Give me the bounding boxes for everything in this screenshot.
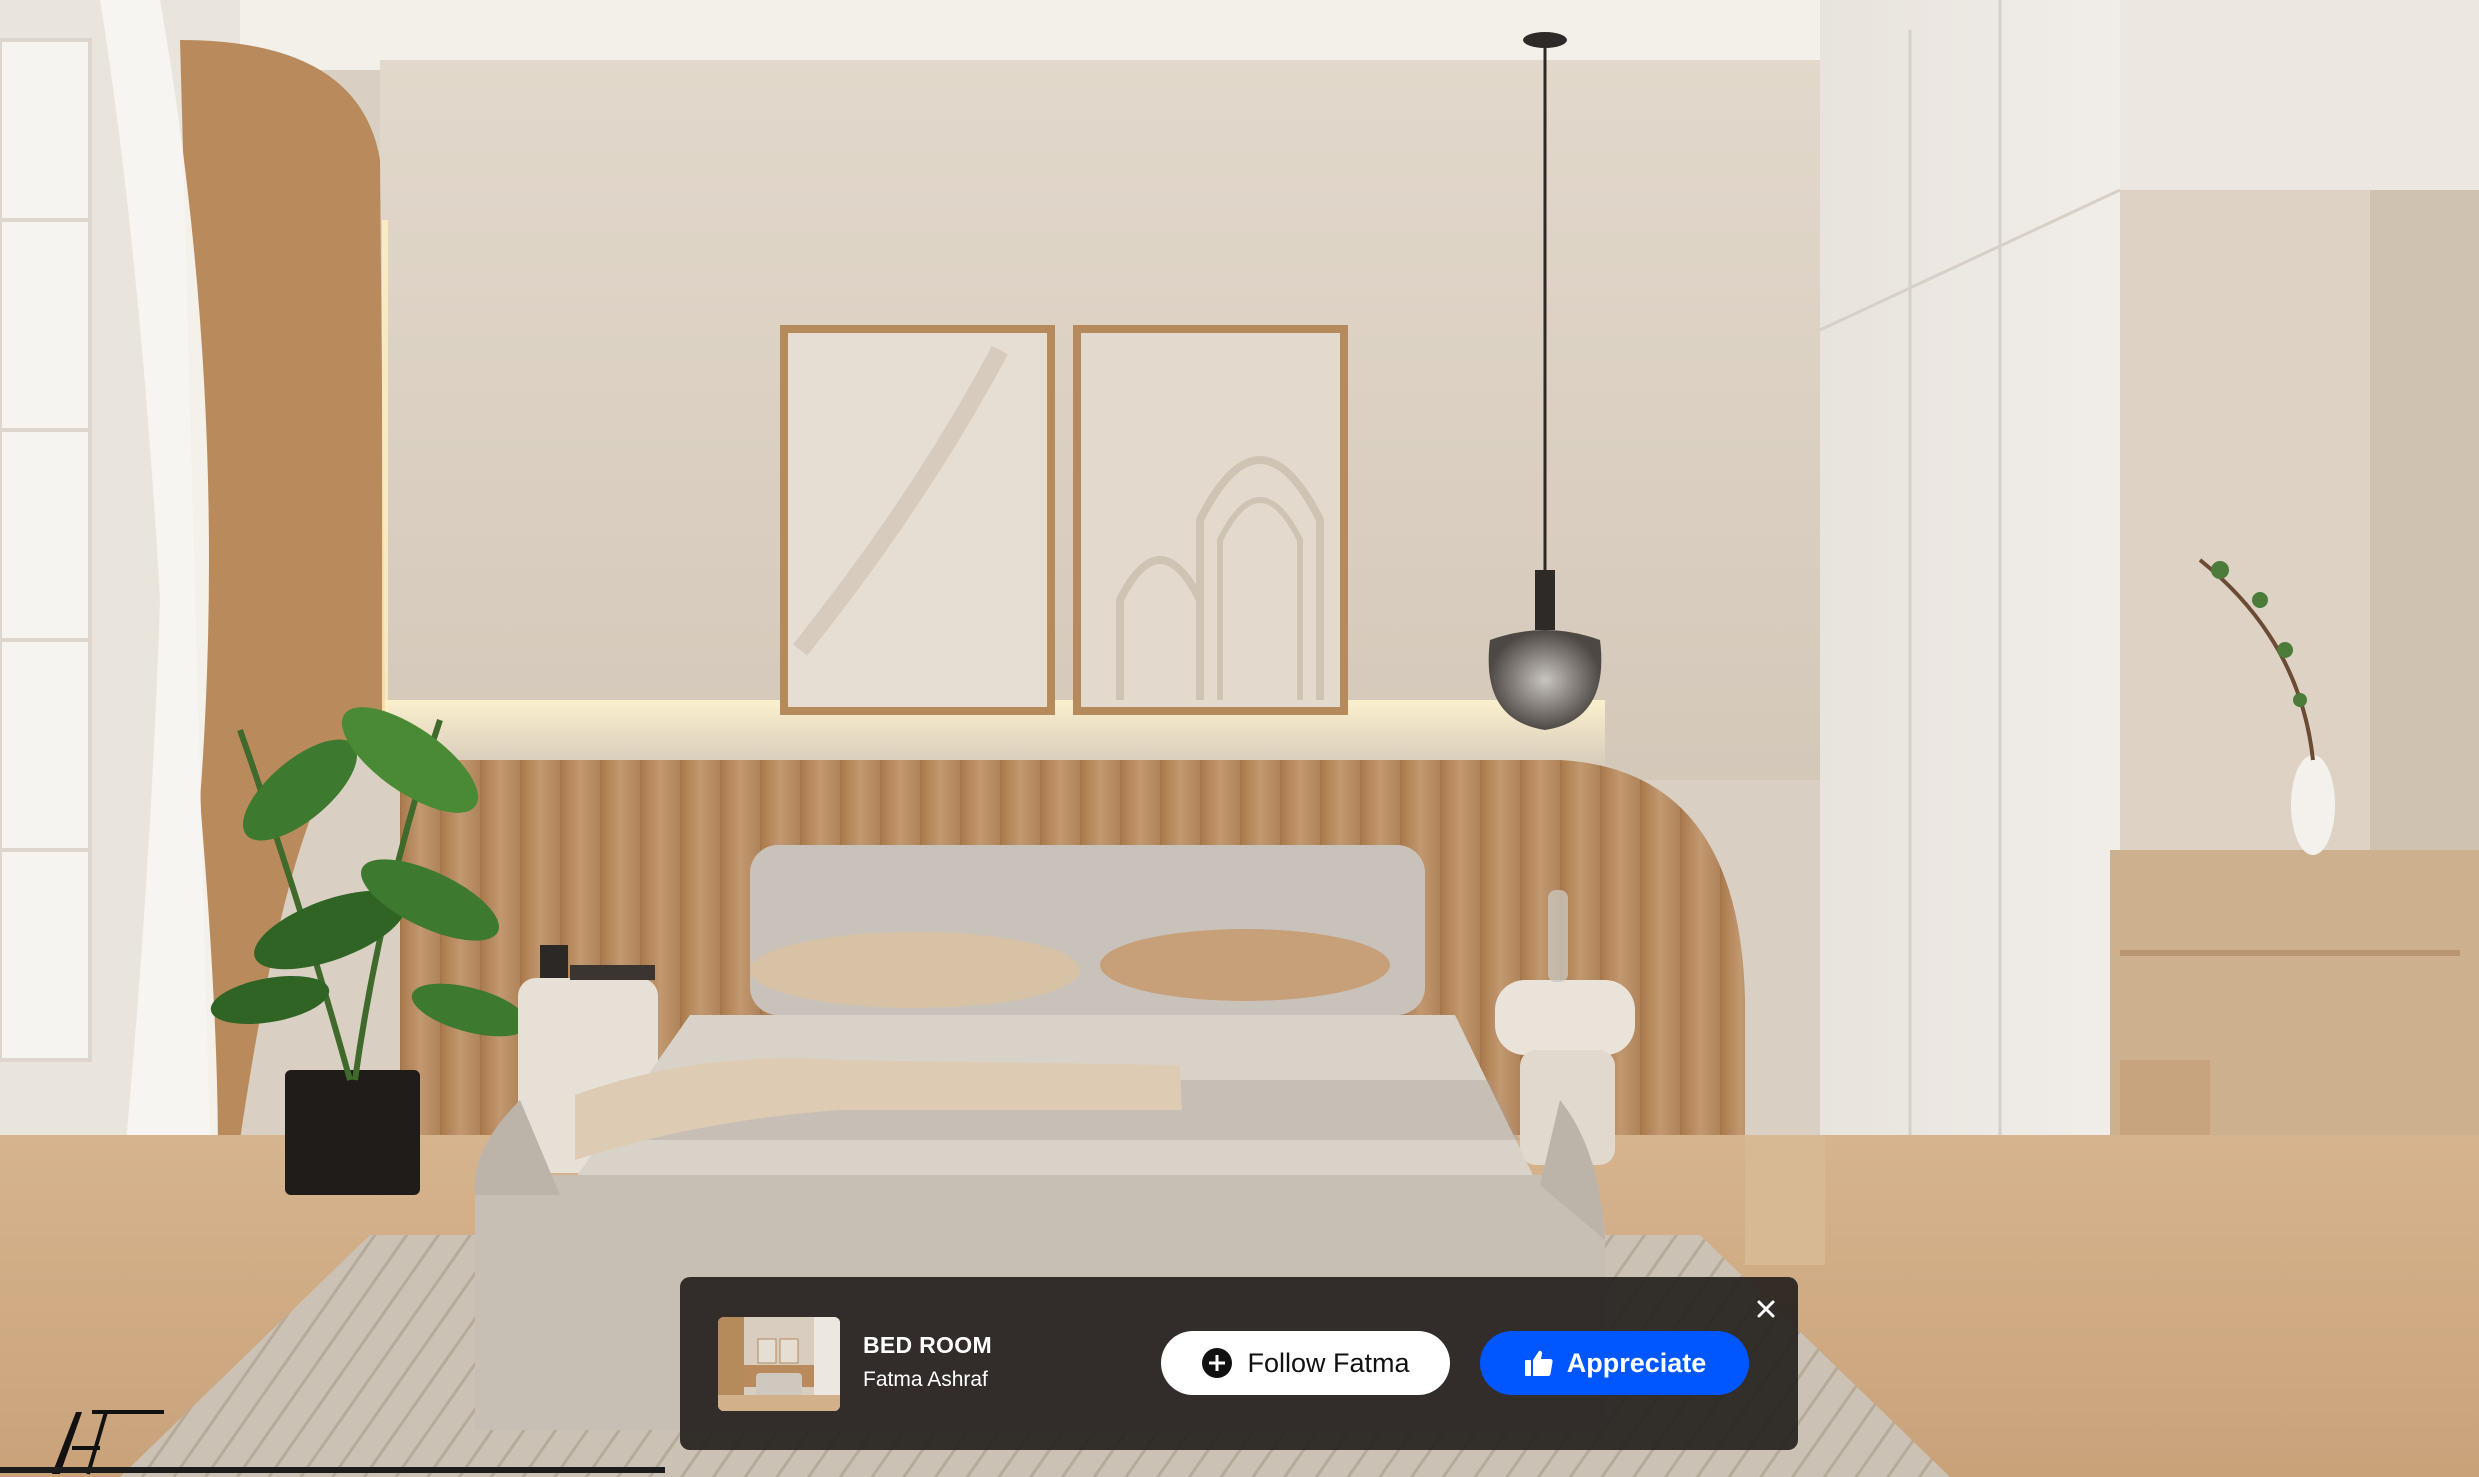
project-info-bar: BED ROOM Fatma Ashraf Follow Fatma Appre… xyxy=(680,1277,1798,1450)
plus-circle-icon xyxy=(1202,1348,1233,1378)
appreciate-button[interactable]: Appreciate xyxy=(1480,1331,1749,1395)
follow-button-label: Follow Fatma xyxy=(1247,1347,1410,1378)
close-icon[interactable] xyxy=(1752,1295,1780,1323)
project-thumbnail[interactable] xyxy=(718,1317,840,1411)
thumbnail-image xyxy=(718,1317,840,1411)
appreciate-button-label: Appreciate xyxy=(1566,1347,1707,1378)
thumbs-up-icon xyxy=(1524,1350,1553,1376)
project-title[interactable]: BED ROOM xyxy=(863,1332,992,1359)
follow-button[interactable]: Follow Fatma xyxy=(1161,1331,1450,1395)
author-name[interactable]: Fatma Ashraf xyxy=(863,1368,988,1392)
divider xyxy=(0,1467,665,1473)
project-viewer: BED ROOM Fatma Ashraf Follow Fatma Appre… xyxy=(0,0,2479,1477)
project-image xyxy=(0,0,2479,1477)
